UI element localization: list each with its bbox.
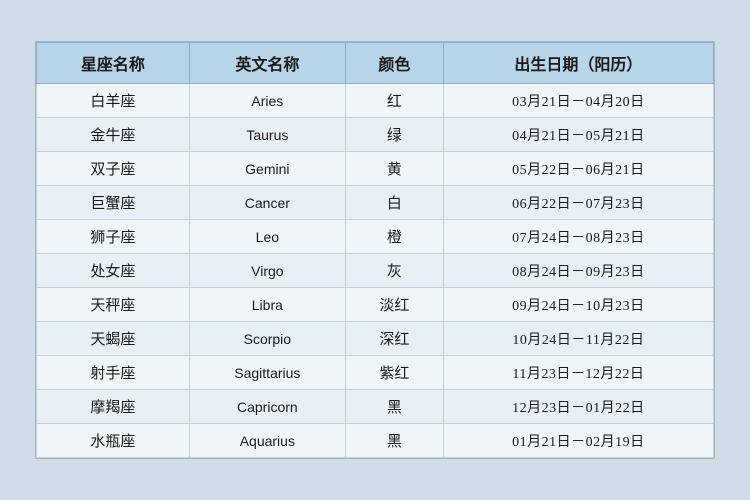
cell-birthdate: 08月24日－09月23日 xyxy=(443,254,713,288)
zodiac-table: 星座名称 英文名称 颜色 出生日期（阳历） 白羊座Aries红03月21日－04… xyxy=(36,42,714,458)
zodiac-table-container: 星座名称 英文名称 颜色 出生日期（阳历） 白羊座Aries红03月21日－04… xyxy=(35,41,715,459)
header-birthdate: 出生日期（阳历） xyxy=(443,43,713,84)
cell-english-name: Virgo xyxy=(189,254,345,288)
cell-chinese-name: 天蝎座 xyxy=(37,322,190,356)
table-row: 白羊座Aries红03月21日－04月20日 xyxy=(37,84,714,118)
cell-chinese-name: 金牛座 xyxy=(37,118,190,152)
cell-color: 红 xyxy=(346,84,444,118)
cell-english-name: Libra xyxy=(189,288,345,322)
header-english-name: 英文名称 xyxy=(189,43,345,84)
cell-color: 黄 xyxy=(346,152,444,186)
header-color: 颜色 xyxy=(346,43,444,84)
cell-english-name: Aries xyxy=(189,84,345,118)
table-row: 摩羯座Capricorn黑12月23日－01月22日 xyxy=(37,390,714,424)
cell-english-name: Leo xyxy=(189,220,345,254)
cell-color: 橙 xyxy=(346,220,444,254)
cell-birthdate: 10月24日－11月22日 xyxy=(443,322,713,356)
cell-birthdate: 06月22日－07月23日 xyxy=(443,186,713,220)
table-row: 处女座Virgo灰08月24日－09月23日 xyxy=(37,254,714,288)
table-row: 水瓶座Aquarius黑01月21日－02月19日 xyxy=(37,424,714,458)
cell-birthdate: 07月24日－08月23日 xyxy=(443,220,713,254)
cell-english-name: Cancer xyxy=(189,186,345,220)
cell-chinese-name: 白羊座 xyxy=(37,84,190,118)
table-row: 天蝎座Scorpio深红10月24日－11月22日 xyxy=(37,322,714,356)
table-row: 双子座Gemini黄05月22日－06月21日 xyxy=(37,152,714,186)
cell-color: 绿 xyxy=(346,118,444,152)
cell-color: 黑 xyxy=(346,424,444,458)
cell-birthdate: 03月21日－04月20日 xyxy=(443,84,713,118)
cell-chinese-name: 巨蟹座 xyxy=(37,186,190,220)
cell-english-name: Sagittarius xyxy=(189,356,345,390)
cell-color: 深红 xyxy=(346,322,444,356)
table-row: 射手座Sagittarius紫红11月23日－12月22日 xyxy=(37,356,714,390)
table-body: 白羊座Aries红03月21日－04月20日金牛座Taurus绿04月21日－0… xyxy=(37,84,714,458)
cell-birthdate: 01月21日－02月19日 xyxy=(443,424,713,458)
cell-english-name: Gemini xyxy=(189,152,345,186)
cell-color: 淡红 xyxy=(346,288,444,322)
cell-chinese-name: 射手座 xyxy=(37,356,190,390)
cell-chinese-name: 双子座 xyxy=(37,152,190,186)
cell-birthdate: 11月23日－12月22日 xyxy=(443,356,713,390)
cell-color: 紫红 xyxy=(346,356,444,390)
cell-chinese-name: 处女座 xyxy=(37,254,190,288)
table-row: 巨蟹座Cancer白06月22日－07月23日 xyxy=(37,186,714,220)
cell-chinese-name: 天秤座 xyxy=(37,288,190,322)
cell-birthdate: 09月24日－10月23日 xyxy=(443,288,713,322)
cell-birthdate: 05月22日－06月21日 xyxy=(443,152,713,186)
table-row: 金牛座Taurus绿04月21日－05月21日 xyxy=(37,118,714,152)
table-row: 天秤座Libra淡红09月24日－10月23日 xyxy=(37,288,714,322)
table-row: 狮子座Leo橙07月24日－08月23日 xyxy=(37,220,714,254)
header-chinese-name: 星座名称 xyxy=(37,43,190,84)
cell-english-name: Scorpio xyxy=(189,322,345,356)
cell-color: 白 xyxy=(346,186,444,220)
cell-birthdate: 04月21日－05月21日 xyxy=(443,118,713,152)
cell-color: 黑 xyxy=(346,390,444,424)
cell-color: 灰 xyxy=(346,254,444,288)
cell-chinese-name: 水瓶座 xyxy=(37,424,190,458)
cell-chinese-name: 摩羯座 xyxy=(37,390,190,424)
cell-chinese-name: 狮子座 xyxy=(37,220,190,254)
cell-english-name: Taurus xyxy=(189,118,345,152)
cell-birthdate: 12月23日－01月22日 xyxy=(443,390,713,424)
table-header-row: 星座名称 英文名称 颜色 出生日期（阳历） xyxy=(37,43,714,84)
cell-english-name: Capricorn xyxy=(189,390,345,424)
cell-english-name: Aquarius xyxy=(189,424,345,458)
